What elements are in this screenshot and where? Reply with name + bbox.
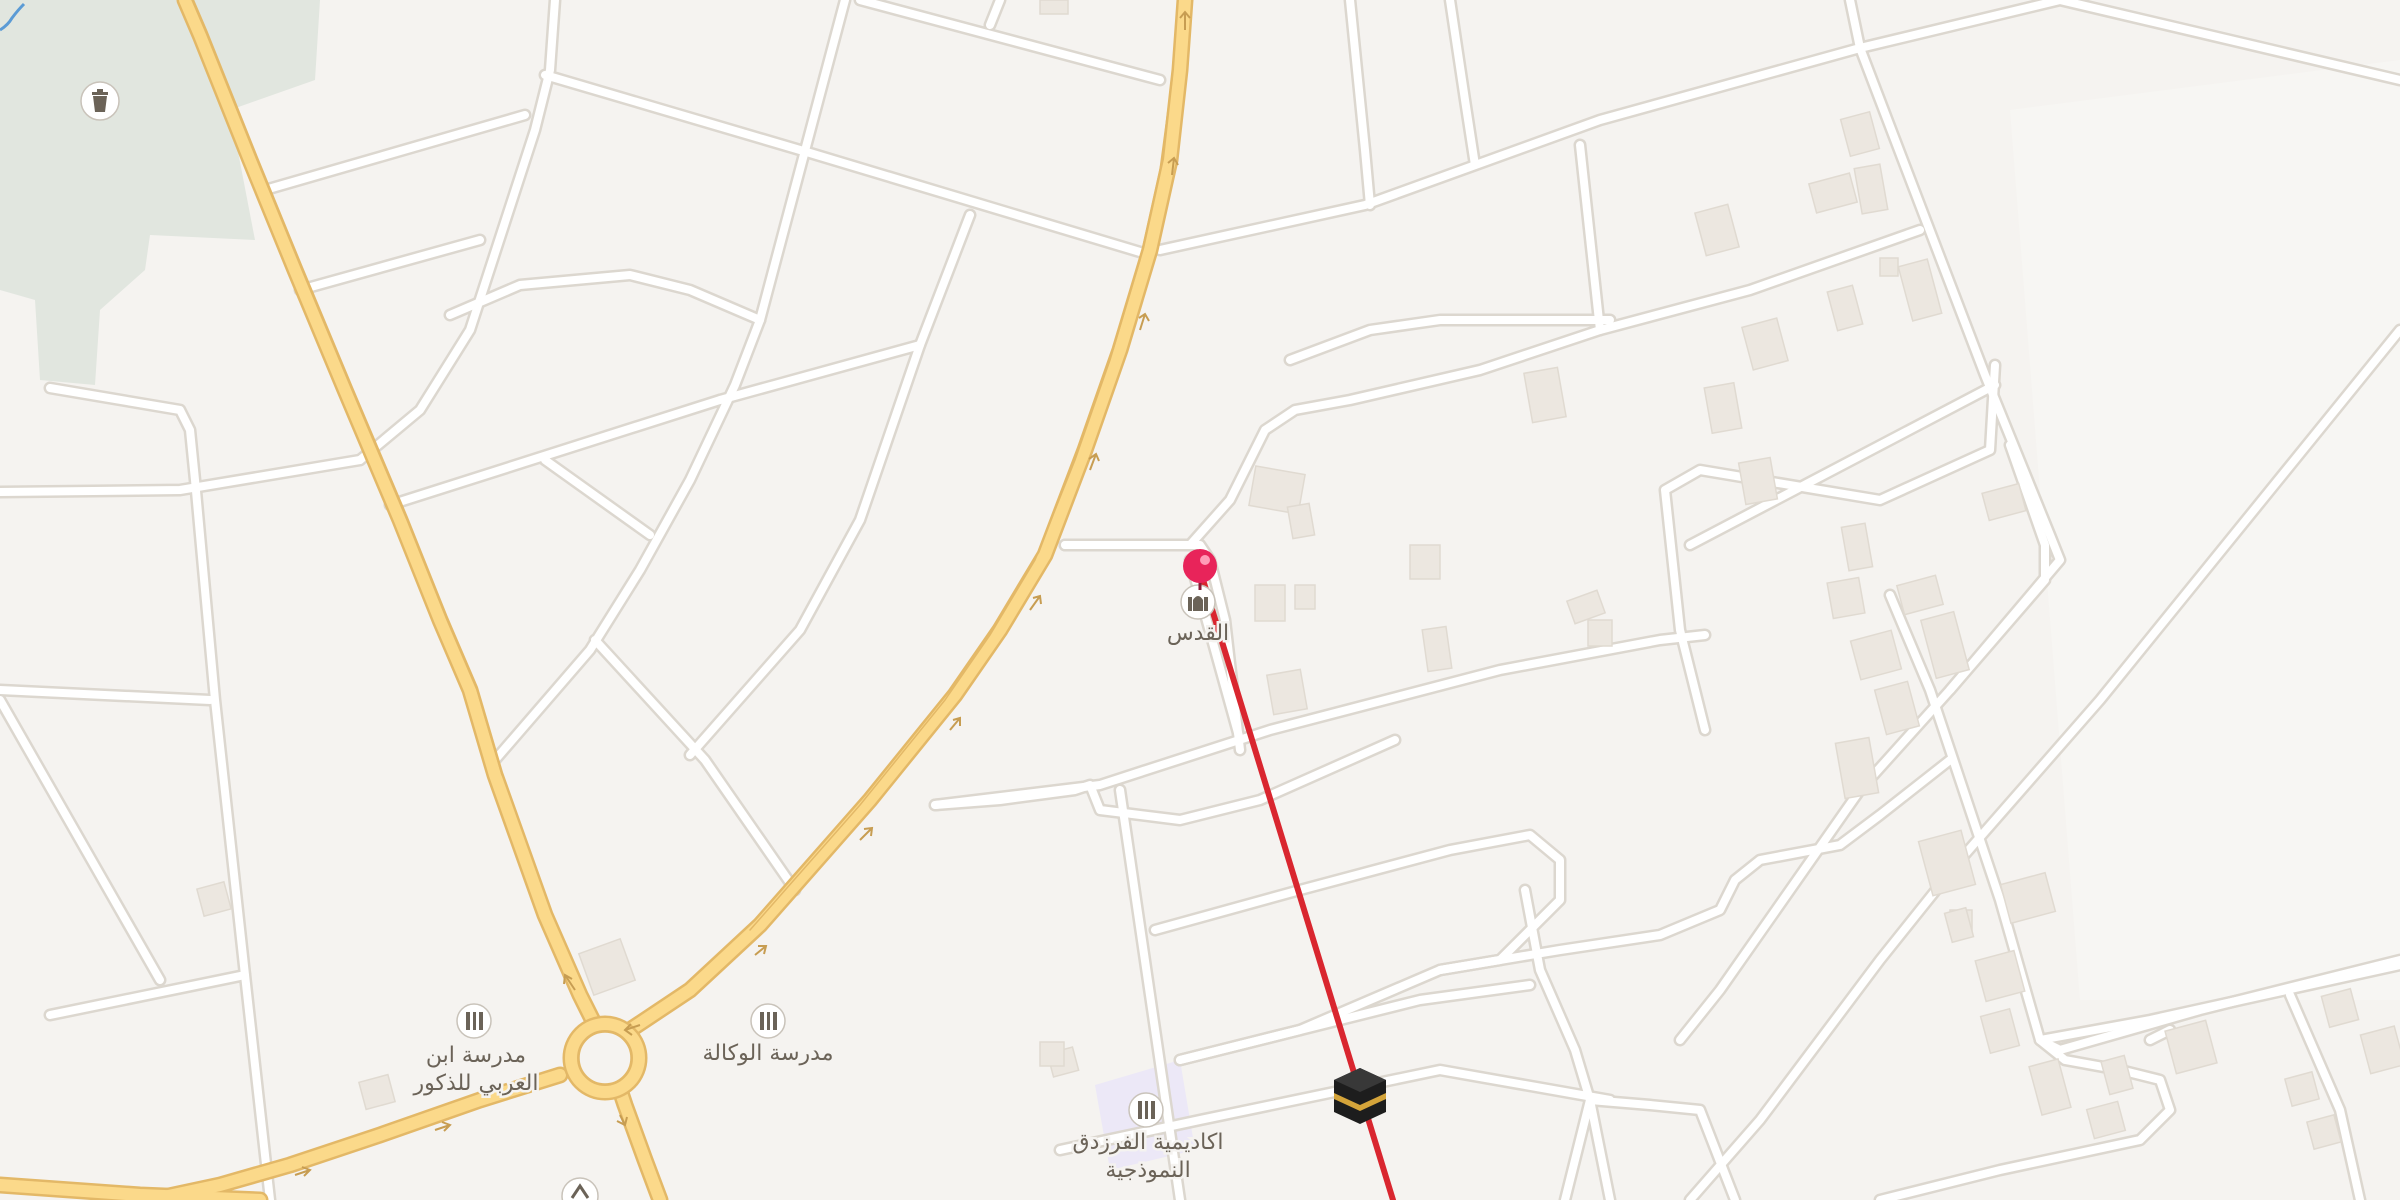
map-canvas[interactable]: القدس مدرسة ابن العربي للذكور مدرسة الوك… [0,0,2400,1200]
poi-academy-label-line1: اكاديمية الفرزدق [1073,1130,1224,1155]
roundabout [562,1015,648,1101]
pin-highlight [1200,555,1210,565]
school-icon-glyph [1138,1101,1155,1119]
kaaba-icon [1334,1068,1386,1124]
pin-head [1183,549,1217,583]
kaaba-marker[interactable] [1334,1068,1386,1124]
poi-park-pin[interactable] [80,81,120,121]
mosque-icon-glyph [1188,596,1208,611]
poi-school-ibn-arabi-label-line2: العربي للذكور [412,1071,538,1096]
poi-mosque-label: القدس [1167,621,1229,646]
poi-school-wakala-label: مدرسة الوكالة [702,1041,833,1066]
poi-school-ibn-arabi-label-line1: مدرسة ابن [426,1043,526,1068]
school-icon-glyph [466,1012,483,1030]
school-icon-glyph [760,1012,777,1030]
poi-academy-label-line2: النموذجية [1105,1158,1190,1183]
